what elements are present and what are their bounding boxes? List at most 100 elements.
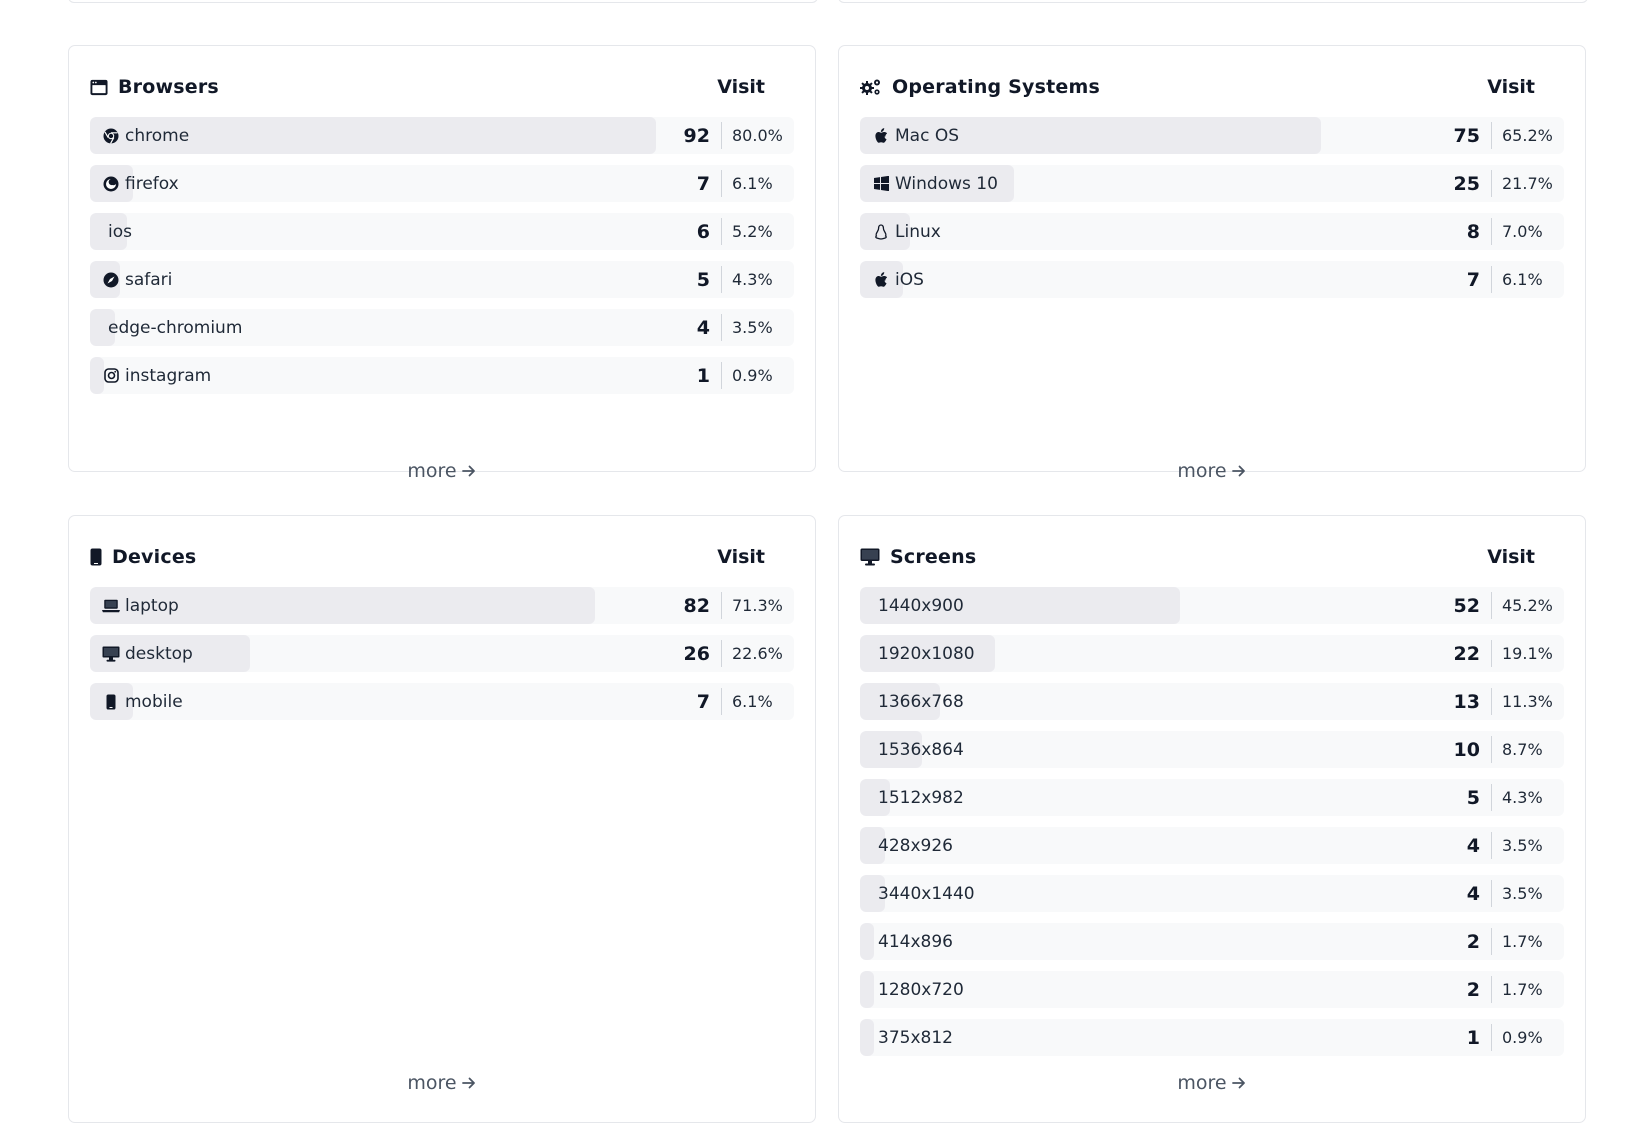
list-item-bar-track: 428x926 4: [860, 827, 1491, 864]
monitor-icon: [860, 548, 880, 566]
list-item[interactable]: 1920x1080 22 19.1%: [860, 635, 1564, 672]
list-item[interactable]: 414x896 2 1.7%: [860, 923, 1564, 960]
list-item-text: 1366x768: [878, 691, 964, 712]
list-item[interactable]: 375x812 1 0.9%: [860, 1019, 1564, 1056]
list-item-text: 414x896: [878, 931, 953, 952]
visit-count: 6: [696, 220, 710, 243]
visit-count: 82: [683, 594, 710, 617]
list-item-text: instagram: [125, 365, 212, 386]
os-more-link[interactable]: more: [839, 460, 1585, 482]
visit-count: 10: [1453, 738, 1480, 761]
list-item-text: ios: [108, 221, 132, 242]
list-item-text: 428x926: [878, 835, 953, 856]
arrow-right-icon: [461, 463, 477, 479]
list-item[interactable]: desktop 26 22.6%: [90, 635, 794, 672]
screens-title: Screens: [860, 546, 1465, 568]
list-item[interactable]: 1280x720 2 1.7%: [860, 971, 1564, 1008]
list-item[interactable]: 1366x768 13 11.3%: [860, 683, 1564, 720]
visit-percent: 71.3%: [721, 587, 794, 624]
arrow-right-icon: [461, 1075, 477, 1091]
list-item-text: 3440x1440: [878, 883, 975, 904]
list-item-text: 375x812: [878, 1027, 953, 1048]
card-title-text: Screens: [890, 546, 977, 568]
visit-percent: 3.5%: [721, 309, 794, 346]
windows-icon: [872, 175, 890, 193]
visit-percent: 1.7%: [1491, 971, 1564, 1008]
gears-icon: [860, 78, 882, 96]
card-title-text: Operating Systems: [892, 76, 1101, 98]
list-item-bar-track: Windows 10 25: [860, 165, 1491, 202]
visit-count: 2: [1466, 930, 1480, 953]
visit-count: 52: [1453, 594, 1480, 617]
visit-count: 8: [1466, 220, 1480, 243]
visit-count: 7: [1466, 268, 1480, 291]
visit-percent: 4.3%: [721, 261, 794, 298]
os-list: Mac OS 75 65.2% Windows 10 25 21.7% Linux 8 7.0%…: [860, 117, 1564, 309]
list-item[interactable]: ios 6 5.2%: [90, 213, 794, 250]
more-label: more: [1177, 460, 1227, 482]
list-item-text: desktop: [125, 643, 193, 664]
list-item-label: Windows 10: [860, 174, 1454, 194]
list-item-label: 3440x1440: [860, 884, 1467, 904]
visit-percent: 8.7%: [1491, 731, 1564, 768]
list-item-label: 375x812: [860, 1028, 1467, 1048]
list-item[interactable]: laptop 82 71.3%: [90, 587, 794, 624]
list-item[interactable]: Mac OS 75 65.2%: [860, 117, 1564, 154]
list-item-label: desktop: [90, 644, 684, 664]
list-item-label: iOS: [860, 270, 1467, 290]
visit-percent: 3.5%: [1491, 827, 1564, 864]
arrow-right-icon: [1231, 1075, 1247, 1091]
visit-count: 2: [1466, 978, 1480, 1001]
list-item-label: 1366x768: [860, 692, 1454, 712]
more-label: more: [407, 460, 457, 482]
list-item-label: 1536x864: [860, 740, 1454, 760]
list-item-label: 1280x720: [860, 980, 1467, 1000]
list-item-label: Linux: [860, 222, 1467, 242]
list-item[interactable]: mobile 7 6.1%: [90, 683, 794, 720]
list-item-bar-track: safari 5: [90, 261, 721, 298]
list-item-label: 414x896: [860, 932, 1467, 952]
list-item[interactable]: iOS 7 6.1%: [860, 261, 1564, 298]
list-item[interactable]: 3440x1440 4 3.5%: [860, 875, 1564, 912]
list-item[interactable]: Windows 10 25 21.7%: [860, 165, 1564, 202]
visit-count: 5: [1466, 786, 1480, 809]
list-item[interactable]: Linux 8 7.0%: [860, 213, 1564, 250]
linux-icon: [872, 223, 890, 241]
list-item[interactable]: safari 5 4.3%: [90, 261, 794, 298]
list-item[interactable]: chrome 92 80.0%: [90, 117, 794, 154]
list-item-bar-track: 3440x1440 4: [860, 875, 1491, 912]
list-item-text: Mac OS: [895, 125, 960, 146]
visit-percent: 22.6%: [721, 635, 794, 672]
list-item-bar-track: 1920x1080 22: [860, 635, 1491, 672]
list-item[interactable]: 1536x864 10 8.7%: [860, 731, 1564, 768]
screens-more-link[interactable]: more: [839, 1072, 1585, 1094]
devices-more-link[interactable]: more: [69, 1072, 815, 1094]
visit-percent: 11.3%: [1491, 683, 1564, 720]
visit-count: 92: [683, 124, 710, 147]
list-item[interactable]: 428x926 4 3.5%: [860, 827, 1564, 864]
visit-percent: 0.9%: [1491, 1019, 1564, 1056]
list-item[interactable]: 1440x900 52 45.2%: [860, 587, 1564, 624]
visit-count: 22: [1453, 642, 1480, 665]
visit-percent: 19.1%: [1491, 635, 1564, 672]
visit-count: 26: [683, 642, 710, 665]
screens-card: Screens Visit 1440x900 52 45.2% 1920x1080 22…: [838, 515, 1586, 1123]
list-item-text: iOS: [895, 269, 924, 290]
list-item-bar-track: 1536x864 10: [860, 731, 1491, 768]
list-item[interactable]: instagram 1 0.9%: [90, 357, 794, 394]
visit-percent: 1.7%: [1491, 923, 1564, 960]
list-item[interactable]: edge-chromium 4 3.5%: [90, 309, 794, 346]
visit-count: 4: [1466, 834, 1480, 857]
apple-icon: [872, 127, 890, 145]
visit-percent: 6.1%: [721, 683, 794, 720]
visit-percent: 21.7%: [1491, 165, 1564, 202]
list-item[interactable]: firefox 7 6.1%: [90, 165, 794, 202]
visit-percent: 65.2%: [1491, 117, 1564, 154]
list-item[interactable]: 1512x982 5 4.3%: [860, 779, 1564, 816]
visit-percent: 0.9%: [721, 357, 794, 394]
devices-list: laptop 82 71.3% desktop 26 22.6% mobile 7 6.1%: [90, 587, 794, 731]
browsers-list: chrome 92 80.0% firefox 7 6.1% ios 6 5.2% safari 5…: [90, 117, 794, 405]
list-item-text: 1920x1080: [878, 643, 975, 664]
visit-count: 5: [696, 268, 710, 291]
browsers-more-link[interactable]: more: [69, 460, 815, 482]
